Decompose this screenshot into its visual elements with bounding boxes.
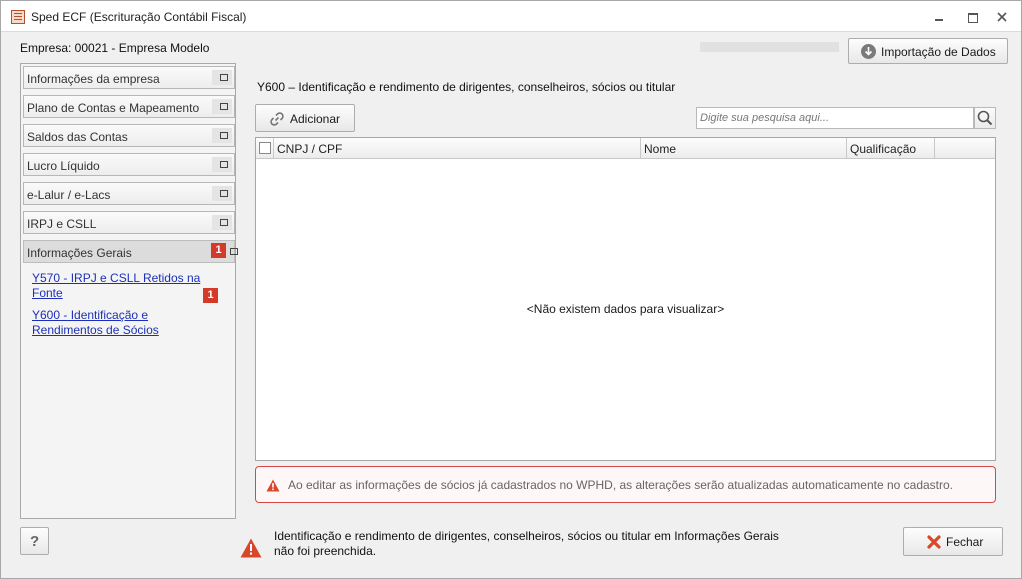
empty-table-message: <Não existem dados para visualizar> <box>526 302 725 316</box>
sidebar-item-lucro-liquido[interactable]: Lucro Líquido <box>23 153 235 176</box>
help-icon: ? <box>30 533 40 550</box>
help-button[interactable]: ? <box>20 527 49 555</box>
search-icon <box>977 110 993 126</box>
sidebar-item-informacoes-empresa[interactable]: Informações da empresa <box>23 66 235 89</box>
warning-icon <box>266 479 280 492</box>
search-button[interactable] <box>974 107 996 129</box>
socios-table: CNPJ / CPF Nome Qualificação <Não existe… <box>255 137 996 461</box>
search-field[interactable] <box>696 107 974 129</box>
validation-warning-icon <box>240 538 262 558</box>
collapse-icon <box>212 215 232 230</box>
collapse-icon <box>212 70 232 85</box>
import-data-button[interactable]: Importação de Dados <box>848 38 1008 64</box>
close-button-label: Fechar <box>946 535 984 549</box>
table-header: CNPJ / CPF Nome Qualificação <box>256 138 995 159</box>
sidebar-item-plano-contas[interactable]: Plano de Contas e Mapeamento <box>23 95 235 118</box>
collapse-icon <box>212 186 232 201</box>
close-icon <box>997 12 1007 22</box>
link-chain-icon <box>270 112 284 126</box>
header-select-all <box>256 138 274 158</box>
app-ledger-icon <box>11 10 25 24</box>
window-title: Sped ECF (Escrituração Contábil Fiscal) <box>31 10 247 24</box>
sidebar-item-informacoes-gerais[interactable]: Informações Gerais 1 <box>23 240 238 263</box>
sidebar-item-label: Plano de Contas e Mapeamento <box>27 101 200 115</box>
search-input[interactable] <box>697 108 973 128</box>
column-header-qualificacao[interactable]: Qualificação <box>847 138 935 158</box>
y570-pending-badge: 1 <box>203 288 218 303</box>
close-x-icon <box>927 535 941 549</box>
close-window-button[interactable] <box>994 9 1010 25</box>
warning-banner: Ao editar as informações de sócios já ca… <box>255 466 996 503</box>
sidebar-item-elalur[interactable]: e-Lalur / e-Lacs <box>23 182 235 205</box>
empresa-label: Empresa: 00021 - Empresa Modelo <box>20 41 210 55</box>
select-all-checkbox[interactable] <box>259 142 271 154</box>
maximize-button[interactable] <box>964 9 980 25</box>
progress-placeholder <box>700 42 839 52</box>
expand-icon <box>222 244 238 259</box>
sidebar-item-label: Informações da empresa <box>27 72 160 86</box>
link-y600[interactable]: Y600 - Identificação e Rendimentos de Só… <box>32 308 182 338</box>
app-window: Sped ECF (Escrituração Contábil Fiscal) … <box>0 0 1022 579</box>
sidebar-item-saldos-contas[interactable]: Saldos das Contas <box>23 124 235 147</box>
download-arrow-icon <box>861 44 876 59</box>
section-title: Y600 – Identificação e rendimento de dir… <box>257 80 676 94</box>
collapse-icon <box>212 99 232 114</box>
title-bar: Sped ECF (Escrituração Contábil Fiscal) <box>1 1 1021 32</box>
column-header-filler <box>935 138 995 158</box>
link-y570[interactable]: Y570 - IRPJ e CSLL Retidos na Fonte <box>32 271 202 301</box>
validation-message: Identificação e rendimento de dirigentes… <box>274 529 779 558</box>
sidebar-item-label: IRPJ e CSLL <box>27 217 97 231</box>
sidebar-item-label: e-Lalur / e-Lacs <box>27 188 111 202</box>
sidebar-item-label: Informações Gerais <box>27 246 132 260</box>
close-button[interactable]: Fechar <box>903 527 1003 556</box>
collapse-icon <box>212 128 232 143</box>
column-header-nome[interactable]: Nome <box>641 138 847 158</box>
sidebar-item-label: Saldos das Contas <box>27 130 128 144</box>
column-header-cnpj[interactable]: CNPJ / CPF <box>274 138 641 158</box>
minimize-button[interactable] <box>931 9 947 25</box>
sidebar: Informações da empresa Plano de Contas e… <box>20 63 238 519</box>
collapse-icon <box>212 157 232 172</box>
import-button-label: Importação de Dados <box>881 45 996 59</box>
sidebar-item-label: Lucro Líquido <box>27 159 100 173</box>
sidebar-item-irpj-csll[interactable]: IRPJ e CSLL <box>23 211 235 234</box>
warning-text: Ao editar as informações de sócios já ca… <box>288 478 954 492</box>
add-button-label: Adicionar <box>290 112 341 126</box>
add-button[interactable]: Adicionar <box>255 104 355 132</box>
